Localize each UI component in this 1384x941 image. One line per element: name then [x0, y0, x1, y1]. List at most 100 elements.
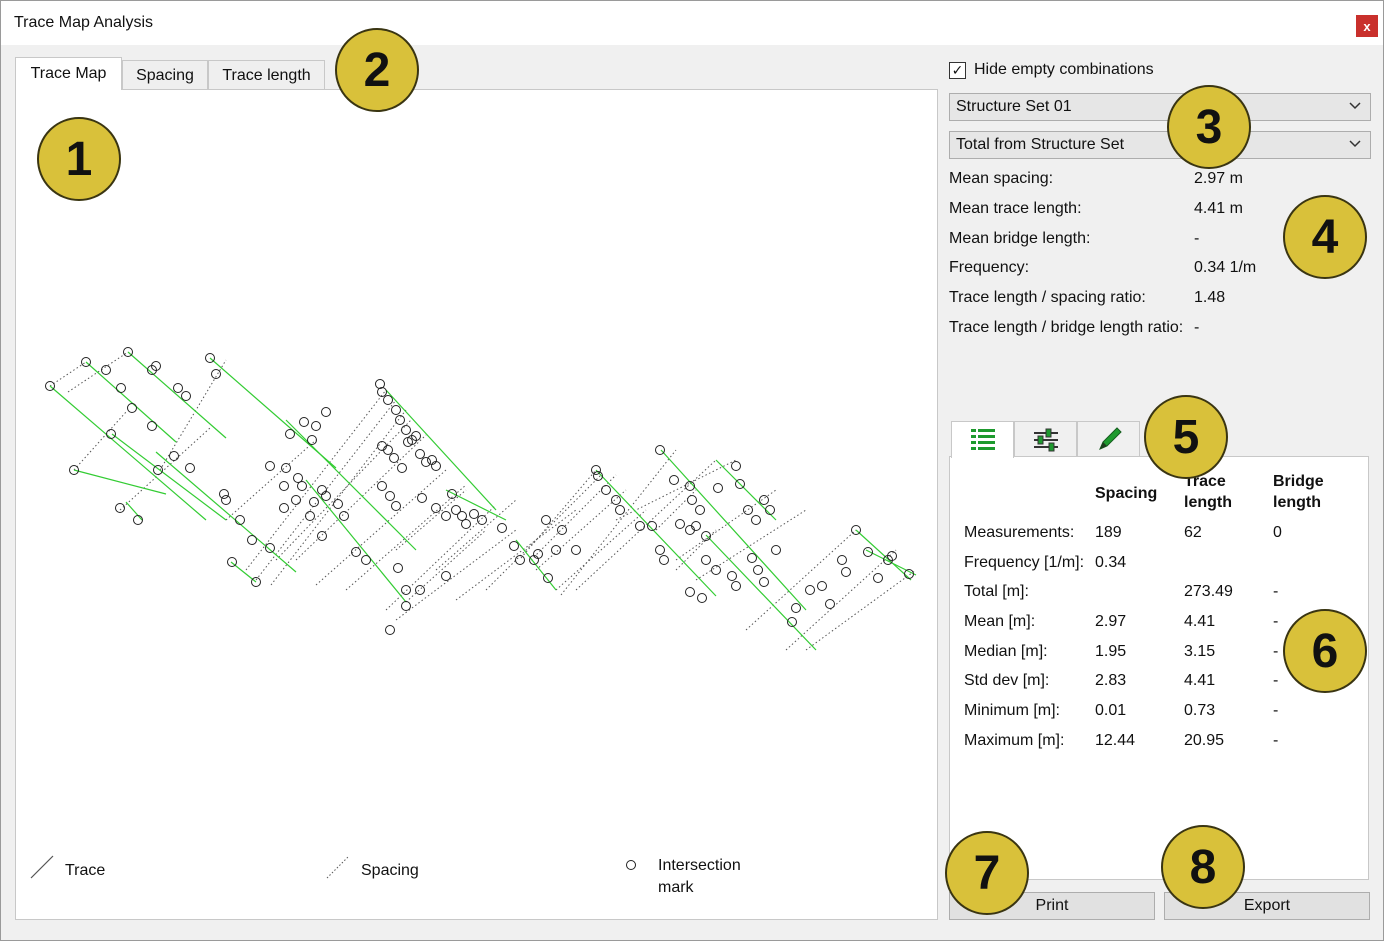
- checkmark-icon: ✓: [951, 62, 964, 78]
- row-label: Std dev [m]:: [964, 672, 1050, 689]
- intersection-mark: [477, 515, 487, 525]
- intersection-mark: [285, 429, 295, 439]
- intersection-mark: [227, 557, 237, 567]
- hide-empty-checkbox[interactable]: ✓: [949, 61, 966, 79]
- intersection-mark: [291, 495, 301, 505]
- tab-spacing[interactable]: Spacing: [122, 60, 208, 90]
- hide-empty-combinations[interactable]: ✓ Hide empty combinations: [949, 61, 1154, 79]
- intersection-mark: [805, 585, 815, 595]
- cell-trace: 20.95: [1184, 732, 1225, 749]
- intersection-marks: [45, 347, 914, 635]
- intersection-mark: [185, 463, 195, 473]
- cell-spacing: 0.01: [1095, 702, 1127, 719]
- intersection-mark: [395, 415, 405, 425]
- tab-settings[interactable]: [1014, 421, 1077, 457]
- spacing-line: [695, 509, 807, 581]
- cell-trace: 4.41: [1184, 672, 1216, 689]
- intersection-mark: [675, 519, 685, 529]
- cell-bridge: -: [1273, 613, 1279, 630]
- intersection-mark: [311, 421, 321, 431]
- spacing-line: [345, 484, 467, 591]
- intersection-mark: [873, 573, 883, 583]
- row-label: Total [m]:: [964, 583, 1029, 600]
- intersection-mark: [669, 475, 679, 485]
- intersection-mark: [391, 501, 401, 511]
- spacing-line: [520, 469, 597, 559]
- callout-badge: 8: [1161, 825, 1245, 909]
- legend-spacing-label: Spacing: [361, 862, 419, 879]
- close-button[interactable]: x: [1356, 15, 1378, 37]
- callout-badge: 7: [945, 831, 1029, 915]
- row-label: Mean [m]:: [964, 613, 1036, 630]
- intersection-mark: [247, 535, 257, 545]
- intersection-mark: [697, 593, 707, 603]
- intersection-mark: [401, 585, 411, 595]
- intersection-mark: [509, 541, 519, 551]
- mean-bridge-length-value: -: [1194, 230, 1200, 247]
- intersection-mark: [339, 511, 349, 521]
- intersection-mark: [417, 493, 427, 503]
- intersection-mark: [515, 555, 525, 565]
- row-label: Measurements:: [964, 524, 1075, 541]
- trace-map-analysis-window: Trace Map Analysis x Trace Map Spacing T…: [0, 0, 1384, 941]
- intersection-mark: [317, 531, 327, 541]
- intersection-mark: [601, 485, 611, 495]
- intersection-mark: [497, 523, 507, 533]
- intersection-mark: [771, 545, 781, 555]
- trace-map-canvas[interactable]: Trace Spacing Intersection mark: [15, 89, 938, 920]
- trace-spacing-ratio-value: 1.48: [1194, 289, 1226, 306]
- intersection-mark: [401, 601, 411, 611]
- cell-bridge: -: [1273, 643, 1279, 660]
- subset-select[interactable]: Total from Structure Set: [949, 131, 1371, 159]
- trace-line: [705, 534, 817, 651]
- intersection-mark: [147, 421, 157, 431]
- col-header-bridge-length: Bridge length: [1273, 473, 1324, 511]
- intersection-mark: [153, 465, 163, 475]
- cell-bridge: -: [1273, 702, 1279, 719]
- trace-line: [111, 433, 227, 521]
- row-label: Minimum [m]:: [964, 702, 1060, 719]
- trace-legend-icon: [30, 855, 54, 879]
- intersection-mark: [731, 461, 741, 471]
- cell-trace: 0.73: [1184, 702, 1216, 719]
- intersection-mark: [173, 383, 183, 393]
- table-icon: [970, 429, 995, 450]
- tab-edit[interactable]: [1077, 421, 1140, 457]
- spacing-line: [530, 474, 617, 561]
- intersection-mark: [281, 463, 291, 473]
- cell-spacing: 0.34: [1095, 554, 1127, 571]
- cell-trace: 3.15: [1184, 643, 1216, 660]
- intersection-mark: [765, 505, 775, 515]
- callout-badge: 2: [335, 28, 419, 112]
- trace-line: [127, 351, 227, 439]
- intersection-mark: [116, 383, 126, 393]
- intersection-mark: [635, 521, 645, 531]
- intersection-mark: [743, 505, 753, 515]
- trace-line: [385, 389, 497, 511]
- trace-line: [155, 451, 297, 573]
- tab-table[interactable]: [951, 421, 1014, 458]
- intersection-mark: [421, 457, 431, 467]
- spacing-line: [555, 509, 647, 591]
- trace-line: [285, 419, 417, 551]
- cell-trace: 4.41: [1184, 613, 1216, 630]
- callout-badge: 4: [1283, 195, 1367, 279]
- trace-line: [85, 361, 177, 443]
- spacing-line: [560, 449, 677, 596]
- trace-line: [445, 489, 507, 521]
- hide-empty-label: Hide empty combinations: [974, 61, 1154, 78]
- intersection-mark: [791, 603, 801, 613]
- intersection-mark: [106, 429, 116, 439]
- subset-value: Total from Structure Set: [956, 136, 1125, 153]
- intersection-mark: [307, 435, 317, 445]
- structure-set-select[interactable]: Structure Set 01: [949, 93, 1371, 121]
- cell-spacing: 189: [1095, 524, 1122, 541]
- intersection-mark: [611, 495, 621, 505]
- trace-lines: [49, 351, 917, 651]
- tab-trace-map[interactable]: Trace Map: [15, 57, 122, 90]
- cell-spacing: 12.44: [1095, 732, 1136, 749]
- intersection-mark: [441, 571, 451, 581]
- mean-spacing-value: 2.97 m: [1194, 170, 1243, 187]
- tab-trace-length[interactable]: Trace length: [208, 60, 325, 90]
- intersection-mark: [115, 503, 125, 513]
